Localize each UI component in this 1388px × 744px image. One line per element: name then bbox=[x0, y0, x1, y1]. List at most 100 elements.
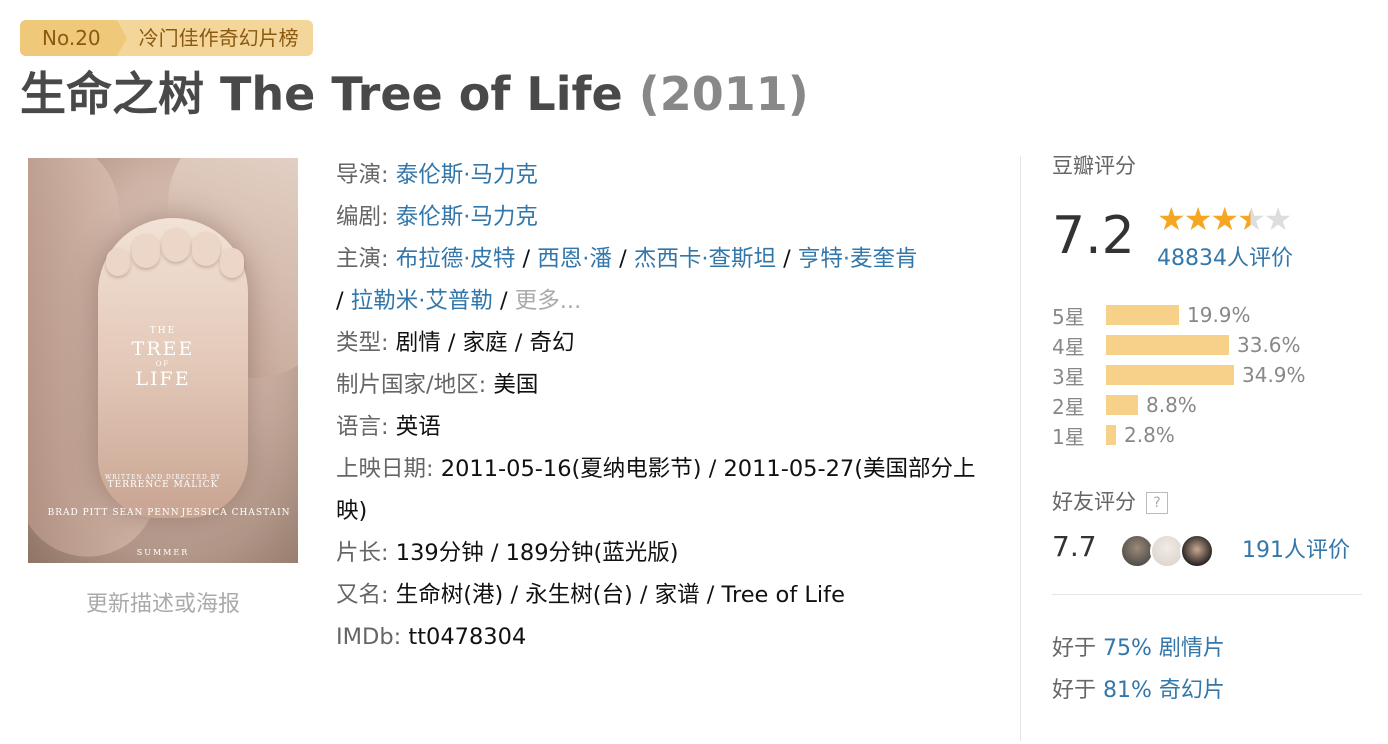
page-title: 生命之树 The Tree of Life (2011) bbox=[20, 64, 809, 124]
rating-score: 7.2 bbox=[1052, 206, 1135, 266]
rating-panel: 豆瓣评分 7.2 ★★★★★ 48834人评价 5星 19.9% 4星 33.6… bbox=[1052, 150, 1362, 703]
bar-fill bbox=[1106, 305, 1179, 325]
rating-bar-row: 3星 34.9% bbox=[1052, 360, 1306, 390]
rank-list-name: 冷门佳作奇幻片榜 bbox=[138, 26, 299, 50]
better-than-item: 好于 81% 奇幻片 bbox=[1052, 672, 1225, 704]
rank-badge[interactable]: No.20 冷门佳作奇幻片榜 bbox=[20, 20, 313, 56]
separator: / bbox=[515, 246, 538, 272]
avatar[interactable] bbox=[1120, 534, 1154, 568]
movie-title: 生命之树 The Tree of Life bbox=[20, 67, 623, 121]
better-than-item: 好于 75% 剧情片 bbox=[1052, 630, 1225, 662]
runtime-value: 139分钟 / 189分钟(蓝光版) bbox=[395, 540, 679, 566]
poster-toe bbox=[132, 234, 160, 268]
info-label: 上映日期: bbox=[336, 456, 434, 482]
info-release-date: 上映日期: 2011-05-16(夏纳电影节) / 2011-05-27(美国部… bbox=[336, 448, 1006, 532]
rating-votes-link[interactable]: 48834人评价 bbox=[1157, 240, 1293, 272]
rating-bar-row: 2星 8.8% bbox=[1052, 390, 1306, 420]
rating-stars: ★★★★★ bbox=[1157, 200, 1293, 238]
bar-fill bbox=[1106, 425, 1116, 445]
director-link[interactable]: 泰伦斯·马力克 bbox=[396, 162, 538, 188]
separator: / bbox=[611, 246, 634, 272]
better-than-link[interactable]: 81% 奇幻片 bbox=[1103, 678, 1225, 703]
star-empty-icon: ★ bbox=[1263, 200, 1293, 238]
rating-bar-row: 5星 19.9% bbox=[1052, 300, 1306, 330]
bar-percent: 8.8% bbox=[1146, 393, 1197, 417]
help-icon[interactable]: ? bbox=[1146, 492, 1168, 514]
vertical-divider bbox=[1020, 156, 1021, 741]
poster-life: LIFE bbox=[135, 368, 191, 390]
poster-tree: TREE bbox=[131, 338, 195, 360]
info-director: 导演: 泰伦斯·马力克 bbox=[336, 154, 1006, 196]
info-genre: 类型: 剧情 / 家庭 / 奇幻 bbox=[336, 322, 1006, 364]
star-icon: ★ bbox=[1210, 200, 1239, 238]
separator: / bbox=[336, 288, 351, 314]
info-label: 类型: bbox=[336, 330, 389, 356]
avatar[interactable] bbox=[1150, 534, 1184, 568]
rank-number: No.20 bbox=[20, 20, 127, 56]
friend-score: 7.7 bbox=[1052, 530, 1097, 563]
star-icon: ★ bbox=[1183, 200, 1213, 238]
rating-bar-row: 4星 33.6% bbox=[1052, 330, 1306, 360]
info-label: 导演: bbox=[336, 162, 389, 188]
info-label: 制片国家/地区: bbox=[336, 372, 487, 398]
actor-link[interactable]: 杰西卡·查斯坦 bbox=[634, 246, 776, 272]
movie-poster[interactable]: THE TREE OF LIFE WRITTEN AND DIRECTED BY… bbox=[28, 158, 298, 563]
better-prefix: 好于 bbox=[1052, 636, 1103, 661]
info-aka: 又名: 生命树(港) / 永生树(台) / 家谱 / Tree of Life bbox=[336, 574, 1006, 616]
avatar[interactable] bbox=[1180, 534, 1214, 568]
half-star-icon: ★ bbox=[1237, 200, 1266, 238]
poster-toe bbox=[106, 248, 130, 276]
friend-votes-link[interactable]: 191人评价 bbox=[1242, 532, 1350, 564]
better-than-link[interactable]: 75% 剧情片 bbox=[1103, 636, 1225, 661]
actor-link[interactable]: 布拉德·皮特 bbox=[396, 246, 516, 272]
poster-toe bbox=[192, 232, 220, 266]
bar-label: 1星 bbox=[1052, 424, 1085, 449]
more-cast-link[interactable]: 更多... bbox=[515, 288, 581, 314]
separator: / bbox=[492, 288, 515, 314]
info-writer: 编剧: 泰伦斯·马力克 bbox=[336, 196, 1006, 238]
bar-fill bbox=[1106, 395, 1138, 415]
separator: / bbox=[776, 246, 798, 272]
bar-fill bbox=[1106, 335, 1229, 355]
info-imdb: IMDb: tt0478304 bbox=[336, 616, 1006, 658]
info-cast: 主演: 布拉德·皮特 / 西恩·潘 / 杰西卡·查斯坦 / 亨特·麦奎肯 / 拉… bbox=[336, 238, 1006, 322]
horizontal-divider bbox=[1052, 594, 1362, 595]
info-label: 片长: bbox=[336, 540, 389, 566]
info-language: 语言: 英语 bbox=[336, 406, 1006, 448]
info-label: 语言: bbox=[336, 414, 389, 440]
friend-rating-title: 好友评分 bbox=[1052, 490, 1136, 514]
actor-link[interactable]: 亨特·麦奎肯 bbox=[798, 246, 918, 272]
info-runtime: 片长: 139分钟 / 189分钟(蓝光版) bbox=[336, 532, 1006, 574]
imdb-value: tt0478304 bbox=[408, 624, 527, 650]
rating-label: 豆瓣评分 bbox=[1052, 154, 1136, 178]
bar-percent: 19.9% bbox=[1187, 303, 1251, 327]
aka-value: 生命树(港) / 永生树(台) / 家谱 / Tree of Life bbox=[395, 582, 845, 608]
poster-season: SUMMER bbox=[136, 548, 190, 557]
star-icon: ★ bbox=[1157, 200, 1186, 238]
movie-info: 导演: 泰伦斯·马力克 编剧: 泰伦斯·马力克 主演: 布拉德·皮特 / 西恩·… bbox=[336, 154, 1006, 658]
bar-label: 5星 bbox=[1052, 304, 1085, 329]
update-description-link[interactable]: 更新描述或海报 bbox=[28, 586, 298, 618]
bar-fill bbox=[1106, 365, 1234, 385]
info-label: IMDb: bbox=[336, 624, 402, 650]
poster-the: THE bbox=[149, 326, 177, 336]
genre-value: 剧情 / 家庭 / 奇幻 bbox=[395, 330, 575, 356]
poster-toe bbox=[220, 248, 244, 278]
rating-bar-row: 1星 2.8% bbox=[1052, 420, 1306, 450]
bar-label: 2星 bbox=[1052, 394, 1085, 419]
bar-label: 4星 bbox=[1052, 334, 1085, 359]
poster-cast-2: SEAN PENN bbox=[112, 508, 180, 518]
poster-director: TERRENCE MALICK bbox=[107, 480, 219, 490]
better-prefix: 好于 bbox=[1052, 678, 1103, 703]
bar-percent: 34.9% bbox=[1242, 363, 1306, 387]
movie-year: (2011) bbox=[638, 67, 809, 121]
info-label: 又名: bbox=[336, 582, 389, 608]
country-value: 美国 bbox=[493, 372, 539, 398]
poster-toe bbox=[162, 228, 190, 262]
bar-percent: 2.8% bbox=[1124, 423, 1175, 447]
actor-link[interactable]: 拉勒米·艾普勒 bbox=[351, 288, 493, 314]
info-country: 制片国家/地区: 美国 bbox=[336, 364, 1006, 406]
rating-distribution: 5星 19.9% 4星 33.6% 3星 34.9% 2星 8.8% 1星 2.… bbox=[1052, 300, 1306, 450]
writer-link[interactable]: 泰伦斯·马力克 bbox=[396, 204, 538, 230]
actor-link[interactable]: 西恩·潘 bbox=[537, 246, 612, 272]
